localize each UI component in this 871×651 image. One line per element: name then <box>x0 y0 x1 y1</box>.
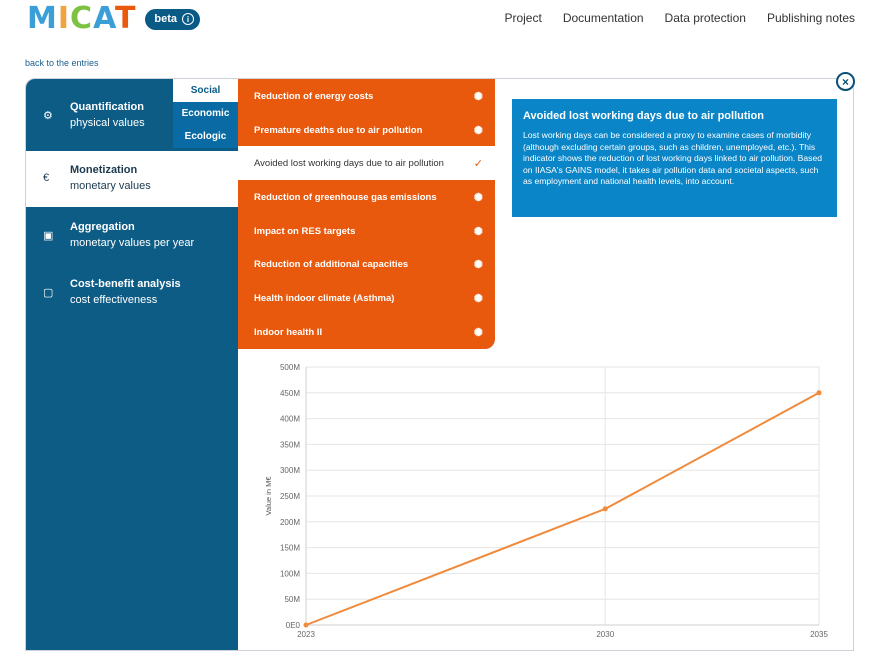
indicator-item[interactable]: Reduction of energy costs ✺ <box>238 79 495 113</box>
logo-letter: I <box>57 1 71 36</box>
close-icon[interactable]: × <box>836 72 855 91</box>
nav-project[interactable]: Project <box>504 11 541 25</box>
main-panel: ⚙ Quantification physical values € Monet… <box>25 78 854 651</box>
sidebar-item-subtitle: monetary values <box>70 180 151 192</box>
spark-icon: ✺ <box>473 225 483 238</box>
indicator-label: Reduction of greenhouse gas emissions <box>254 191 437 203</box>
logo-letter: T <box>114 1 137 36</box>
beta-badge[interactable]: beta i <box>145 8 201 30</box>
y-tick-label: 450M <box>280 389 300 398</box>
info-title: Avoided lost working days due to air pol… <box>523 110 764 122</box>
x-tick-label: 2023 <box>297 630 315 639</box>
info-icon: i <box>182 13 195 25</box>
indicator-label: Avoided lost working days due to air pol… <box>254 157 444 169</box>
indicator-label: Premature deaths due to air pollution <box>254 124 423 136</box>
indicator-item[interactable]: Impact on RES targets ✺ <box>238 214 495 248</box>
sidebar-item-monetization[interactable]: € Monetization monetary values <box>26 151 238 207</box>
logo-letter: C <box>70 1 94 36</box>
indicator-info-box: Avoided lost working days due to air pol… <box>512 99 837 217</box>
data-point <box>602 506 608 512</box>
x-tick-label: 2030 <box>596 630 614 639</box>
sidebar-item-title: Aggregation <box>70 221 135 233</box>
sidebar-item-subtitle: cost effectiveness <box>70 294 158 306</box>
y-tick-label: 150M <box>280 544 300 553</box>
y-axis-label: Value in M€ <box>264 476 273 516</box>
indicator-item-active[interactable]: Avoided lost working days due to air pol… <box>238 146 495 180</box>
indicator-item[interactable]: Reduction of greenhouse gas emissions ✺ <box>238 180 495 214</box>
sidebar-item-subtitle: physical values <box>70 117 145 129</box>
indicator-label: Health indoor climate (Asthma) <box>254 292 395 304</box>
indicator-label: Indoor health II <box>254 326 323 338</box>
y-tick-label: 500M <box>280 363 300 372</box>
line-chart: 0E0 50M 100M 150M 200M 250M 300M 350M 400M 450M 50… <box>264 363 828 639</box>
spark-icon: ✺ <box>473 258 483 271</box>
y-tick-label: 400M <box>280 415 300 424</box>
logo-letter: A <box>93 1 115 36</box>
sidebar-item-aggregation[interactable]: ▣ Aggregation monetary values per year <box>26 207 238 265</box>
euro-icon: € <box>43 172 50 184</box>
gear-icon: ⚙ <box>43 110 53 122</box>
spark-icon: ✺ <box>473 191 483 204</box>
micat-logo[interactable]: MICAT beta i <box>27 4 201 34</box>
nav-documentation[interactable]: Documentation <box>563 11 644 25</box>
y-tick-label: 50M <box>284 595 300 604</box>
sidebar-item-cost-benefit[interactable]: ▢ Cost-benefit analysis cost effectivene… <box>26 265 238 321</box>
sidebar-item-title: Monetization <box>70 164 138 176</box>
indicator-item[interactable]: Reduction of additional capacities ✺ <box>238 247 495 281</box>
subtab-social[interactable]: Social <box>173 79 238 102</box>
sidebar: ⚙ Quantification physical values € Monet… <box>26 79 238 650</box>
money-icon: ▣ <box>43 230 54 242</box>
indicator-label: Reduction of additional capacities <box>254 258 409 270</box>
y-tick-label: 350M <box>280 440 300 449</box>
top-nav: Project Documentation Data protection Pu… <box>504 11 855 25</box>
y-tick-label: 100M <box>280 569 300 578</box>
logo-letter: M <box>27 1 58 36</box>
y-tick-label: 200M <box>280 518 300 527</box>
indicator-list: Reduction of energy costs ✺ Premature dea… <box>238 79 495 349</box>
spark-icon: ✺ <box>473 90 483 103</box>
y-tick-label: 300M <box>280 466 300 475</box>
spark-icon: ✺ <box>473 292 483 305</box>
info-text: Lost working days can be considered a pr… <box>523 130 823 186</box>
subtab-ecologic[interactable]: Ecologic <box>173 125 238 148</box>
category-subtabs: Social Economic Ecologic <box>173 79 238 148</box>
sidebar-item-title: Cost-benefit analysis <box>70 278 181 290</box>
indicator-item[interactable]: Premature deaths due to air pollution ✺ <box>238 113 495 147</box>
check-icon: ✓ <box>473 157 483 170</box>
logo-text: MICAT <box>27 4 136 34</box>
spark-icon: ✺ <box>473 326 483 339</box>
nav-data-protection[interactable]: Data protection <box>665 11 746 25</box>
indicator-item[interactable]: Indoor health II ✺ <box>238 315 495 349</box>
subtab-economic[interactable]: Economic <box>173 102 238 125</box>
sidebar-item-subtitle: monetary values per year <box>70 237 195 249</box>
x-tick-label: 2035 <box>810 630 828 639</box>
spark-icon: ✺ <box>473 124 483 137</box>
back-to-entries-link[interactable]: back to the entries <box>25 58 99 68</box>
nav-publishing-notes[interactable]: Publishing notes <box>767 11 855 25</box>
sidebar-item-title: Quantification <box>70 101 144 113</box>
series-line <box>305 391 820 626</box>
y-tick-label: 0E0 <box>286 621 301 630</box>
beta-label: beta <box>154 13 178 25</box>
indicator-label: Reduction of energy costs <box>254 90 374 102</box>
y-tick-label: 250M <box>280 492 300 501</box>
indicator-item[interactable]: Health indoor climate (Asthma) ✺ <box>238 281 495 315</box>
data-point <box>303 622 309 628</box>
monitor-icon: ▢ <box>43 287 54 299</box>
indicator-label: Impact on RES targets <box>254 225 356 237</box>
data-point <box>816 390 822 396</box>
